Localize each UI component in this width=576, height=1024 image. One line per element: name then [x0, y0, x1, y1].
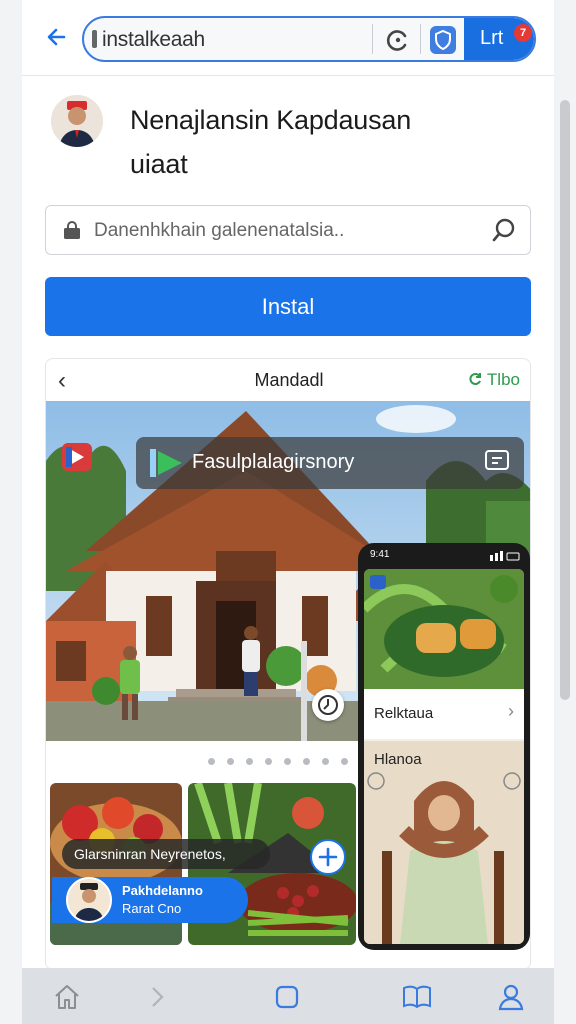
food-thumbnail[interactable]: [364, 569, 524, 689]
page-title-line1: Nenajlansin Kapdausan: [130, 105, 412, 135]
carousel-dot[interactable]: [227, 758, 234, 765]
phone-status-icons: [490, 551, 520, 561]
carousel-dots: [208, 758, 367, 768]
carousel-dot[interactable]: [208, 758, 215, 765]
video-title-overlay[interactable]: Fasulplalagirsnory: [136, 437, 524, 489]
carousel-dot[interactable]: [284, 758, 291, 765]
card-action-link[interactable]: Tlbo: [467, 370, 520, 390]
woman-portrait: [367, 772, 521, 944]
carousel-dot[interactable]: [246, 758, 253, 765]
tile-caption: Glarsninran Neyrenetos,: [62, 839, 270, 869]
install-button[interactable]: Instal: [45, 277, 531, 336]
card-title: Mandadl: [254, 370, 324, 390]
phone-mockup: 9:41 Relktaua › Hlanoa: [358, 543, 530, 950]
cursor-icon: [92, 30, 97, 48]
page-title: Nenajlansin Kapdausan uiaat: [130, 98, 530, 186]
lock-icon: [62, 220, 82, 240]
phone-list-row[interactable]: Relktaua ›: [364, 689, 524, 739]
phone-time: 9:41: [370, 549, 390, 560]
profile-chip[interactable]: Pakhdelanno Rarat Cno: [52, 877, 248, 923]
person-icon[interactable]: [494, 980, 528, 1014]
app-logo-icon: [62, 443, 92, 471]
chip-avatar: [66, 877, 112, 923]
carousel-dot[interactable]: [303, 758, 310, 765]
bottom-toolbar: [22, 968, 554, 1024]
clock-icon[interactable]: [312, 689, 344, 721]
scrollbar-thumb[interactable]: [560, 100, 570, 700]
play-icon[interactable]: [148, 447, 184, 479]
search-input[interactable]: Danenhkhain galenenatalsia..: [45, 205, 531, 255]
search-icon[interactable]: [490, 216, 518, 244]
url-divider-2: [420, 24, 421, 54]
search-placeholder: Danenhkhain galenenatalsia..: [94, 220, 345, 241]
chevron-right-icon[interactable]: [140, 980, 174, 1014]
chevron-right-icon: ›: [508, 701, 514, 721]
chip-subtitle: Rarat Cno: [122, 901, 182, 916]
tabs-label: Lrt: [480, 27, 504, 49]
reload-icon[interactable]: [382, 24, 414, 56]
scrollbar[interactable]: [560, 100, 570, 700]
carousel-dot[interactable]: [322, 758, 329, 765]
thumbnail-grid: Glarsninran Neyrenetos, Pakhdelanno Rara…: [46, 779, 366, 951]
tabs-button[interactable]: Lrt 7: [464, 18, 534, 60]
carousel-dot[interactable]: [265, 758, 272, 765]
home-icon[interactable]: [50, 980, 84, 1014]
phone-row-label: Relktaua: [374, 705, 434, 722]
card-action-label: Tlbo: [486, 370, 520, 389]
url-text[interactable]: instalkeaah: [102, 28, 205, 52]
phone-screen: Relktaua › Hlanoa: [364, 569, 524, 944]
carousel-dot[interactable]: [341, 758, 348, 765]
page-title-line2: uiaat: [130, 149, 188, 179]
url-divider: [372, 24, 373, 54]
tabs-badge: 7: [514, 24, 532, 42]
video-title: Fasulplalagirsnory: [192, 451, 355, 473]
shield-icon[interactable]: [430, 26, 456, 54]
square-icon[interactable]: [270, 980, 304, 1014]
address-bar[interactable]: instalkeaah Lrt 7: [82, 16, 536, 62]
chat-icon[interactable]: [484, 449, 510, 475]
book-icon[interactable]: [400, 980, 434, 1014]
phone-profile-section[interactable]: Hlanoa: [364, 741, 524, 944]
avatar[interactable]: [51, 95, 103, 147]
refresh-icon: [469, 373, 481, 385]
plus-icon[interactable]: [310, 839, 346, 875]
back-arrow-icon[interactable]: [42, 22, 72, 52]
browser-toolbar: instalkeaah Lrt 7: [22, 0, 554, 76]
chip-name: Pakhdelanno: [122, 883, 203, 898]
card-header: ‹ Mandadl Tlbo: [46, 359, 530, 401]
